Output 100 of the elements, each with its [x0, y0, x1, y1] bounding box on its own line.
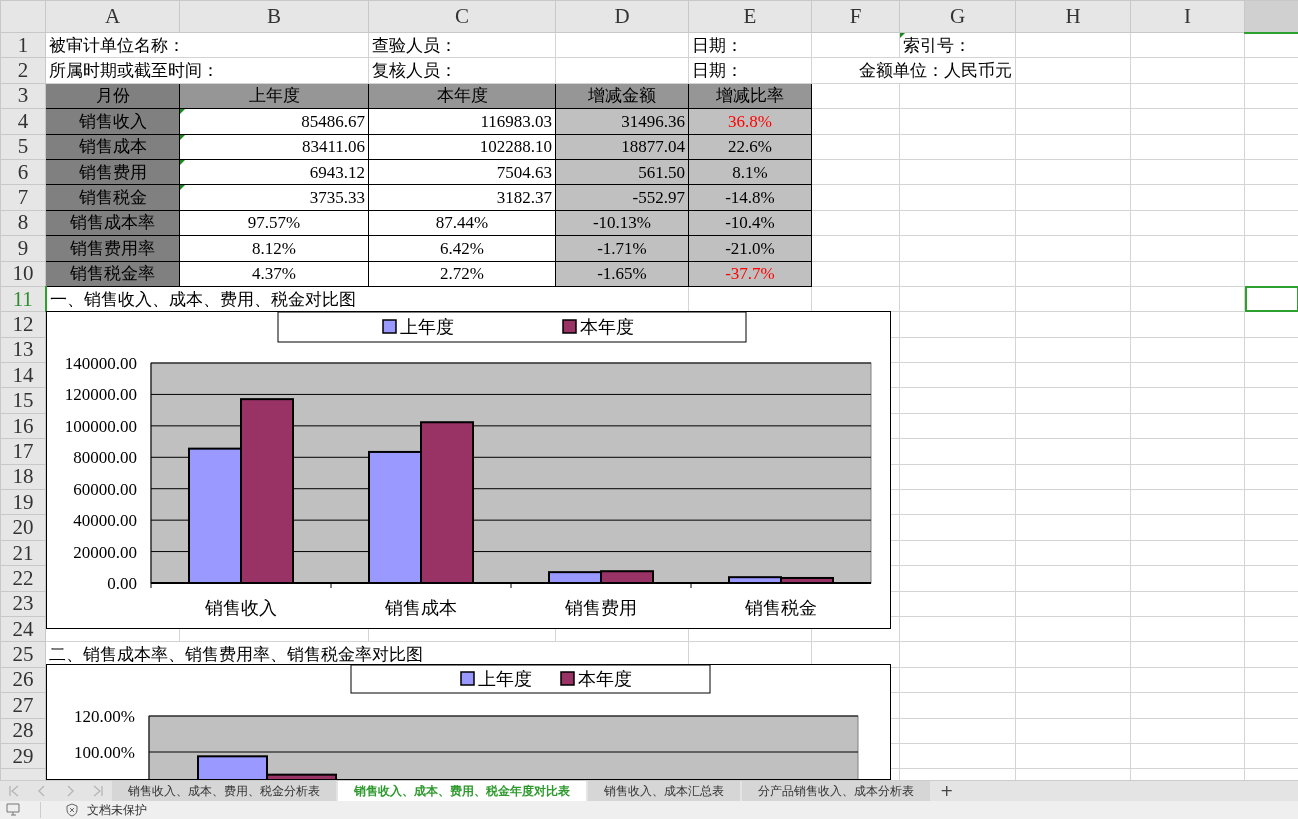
axis-label: 销售成本: [385, 597, 457, 618]
table-cell: -14.8%: [725, 188, 775, 208]
row-number[interactable]: 24: [0, 616, 46, 642]
table-cell: 6943.12: [309, 162, 365, 182]
sheet-tab[interactable]: 销售收入、成本汇总表: [588, 781, 740, 801]
table-cell: 销售成本: [78, 137, 147, 157]
table-cell: 22.6%: [728, 137, 772, 157]
row-number[interactable]: 17: [0, 438, 46, 465]
row-number[interactable]: 16: [0, 413, 46, 439]
table-cell: 8.1%: [732, 162, 768, 182]
axis-label: 100000.00: [64, 416, 137, 436]
label-text: 金额单位：人民币元: [859, 61, 1012, 81]
table-cell: 36.8%: [728, 111, 772, 131]
column-header[interactable]: F: [811, 0, 900, 33]
table-cell: 116983.03: [480, 111, 552, 131]
column-header[interactable]: D: [555, 0, 689, 33]
row-number[interactable]: 26: [0, 667, 46, 693]
axis-label: 140000.00: [64, 354, 137, 373]
selected-cell[interactable]: [1244, 286, 1298, 312]
table-cell: 2.72%: [440, 264, 484, 284]
legend-label: 上年度: [478, 668, 532, 689]
add-sheet-button[interactable]: +: [932, 781, 962, 801]
table-cell: 85486.67: [301, 111, 365, 131]
row-number[interactable]: 28: [0, 718, 46, 744]
column-header[interactable]: C: [368, 0, 556, 33]
row-number[interactable]: 5: [0, 134, 46, 160]
axis-label: 销售收入: [205, 597, 277, 618]
table-cell: 83411.06: [301, 137, 365, 157]
row-number[interactable]: 23: [0, 591, 46, 617]
row-number[interactable]: 27: [0, 692, 46, 719]
table-cell: 18877.04: [621, 137, 685, 157]
status-text: 文档未保护: [87, 802, 147, 819]
label-text: 被审计单位名称：: [49, 35, 185, 55]
row-number[interactable]: 15: [0, 387, 46, 414]
table-cell: -552.97: [632, 188, 685, 208]
sheet-tab[interactable]: 销售收入、成本、费用、税金分析表: [112, 781, 336, 801]
column-heading: 增减比率: [716, 86, 784, 106]
axis-label: 40000.00: [73, 511, 137, 531]
table-cell: 销售费用率: [70, 238, 155, 258]
legend-label: 上年度: [400, 316, 454, 337]
column-heading: 月份: [95, 86, 130, 106]
axis-label: 120000.00: [64, 385, 137, 405]
table-cell: 7504.63: [496, 162, 552, 182]
table-cell: 102288.10: [479, 137, 552, 157]
sheet-tab[interactable]: 销售收入、成本、费用、税金年度对比表: [338, 781, 586, 801]
table-cell: 31496.36: [621, 111, 685, 131]
table-cell: 561.50: [638, 162, 685, 182]
column-header[interactable]: H: [1015, 0, 1131, 33]
column-header[interactable]: A: [45, 0, 180, 33]
row-number[interactable]: 3: [0, 83, 46, 109]
axis-label: 60000.00: [73, 479, 137, 499]
axis-label: 120.00%: [74, 707, 135, 726]
column-header[interactable]: E: [688, 0, 812, 33]
axis-label: 销售费用: [565, 597, 637, 618]
column-header[interactable]: B: [179, 0, 369, 33]
row-number[interactable]: 22: [0, 565, 46, 592]
column-heading: 本年度: [436, 86, 488, 106]
row-number[interactable]: 14: [0, 362, 46, 388]
row-number[interactable]: 20: [0, 514, 46, 541]
legend-label: 本年度: [578, 668, 632, 689]
table-cell: 4.37%: [252, 264, 296, 284]
table-cell: 销售收入: [78, 111, 147, 131]
label-text: 日期：: [692, 61, 743, 81]
skip-back-icon[interactable]: [8, 785, 20, 797]
table-cell: -1.71%: [597, 238, 647, 258]
row-number[interactable]: 7: [0, 184, 46, 211]
row-number[interactable]: 2: [0, 57, 46, 84]
column-header[interactable]: G: [899, 0, 1016, 33]
axis-label: 80000.00: [73, 448, 137, 468]
row-number[interactable]: 19: [0, 489, 46, 515]
skip-forward-icon[interactable]: [92, 785, 104, 797]
column-heading: 上年度: [248, 86, 300, 106]
column-header[interactable]: I: [1130, 0, 1245, 33]
table-cell: 销售税金: [78, 188, 147, 208]
row-number[interactable]: 13: [0, 337, 46, 363]
row-number[interactable]: 6: [0, 159, 46, 185]
row-number[interactable]: 10: [0, 261, 46, 287]
row-number[interactable]: 4: [0, 108, 46, 135]
axis-label: 0.00: [107, 574, 137, 593]
table-cell: 87.44%: [435, 213, 489, 233]
section-title: 一、销售收入、成本、费用、税金对比图: [49, 289, 356, 309]
table-cell: -21.0%: [725, 238, 775, 258]
table-cell: -1.65%: [597, 264, 647, 284]
table-cell: -10.13%: [592, 213, 652, 233]
row-number[interactable]: 8: [0, 210, 46, 236]
row-number[interactable]: 9: [0, 235, 46, 261]
table-cell: 销售成本率: [70, 213, 155, 233]
row-number[interactable]: 29: [0, 743, 46, 769]
column-heading: 增减金额: [588, 86, 656, 106]
sheet-tab[interactable]: 分产品销售收入、成本分析表: [742, 781, 930, 801]
row-number[interactable]: 25: [0, 641, 46, 668]
row-number[interactable]: 1: [0, 32, 46, 58]
table-cell: -10.4%: [725, 213, 775, 233]
label-text: 复核人员：: [372, 61, 457, 81]
label-text: 索引号：: [903, 35, 971, 55]
row-number[interactable]: 12: [0, 311, 46, 338]
row-number[interactable]: 21: [0, 540, 46, 566]
table-cell: 97.57%: [247, 213, 301, 233]
row-number[interactable]: 18: [0, 464, 46, 490]
label-text: 查验人员：: [372, 35, 457, 55]
